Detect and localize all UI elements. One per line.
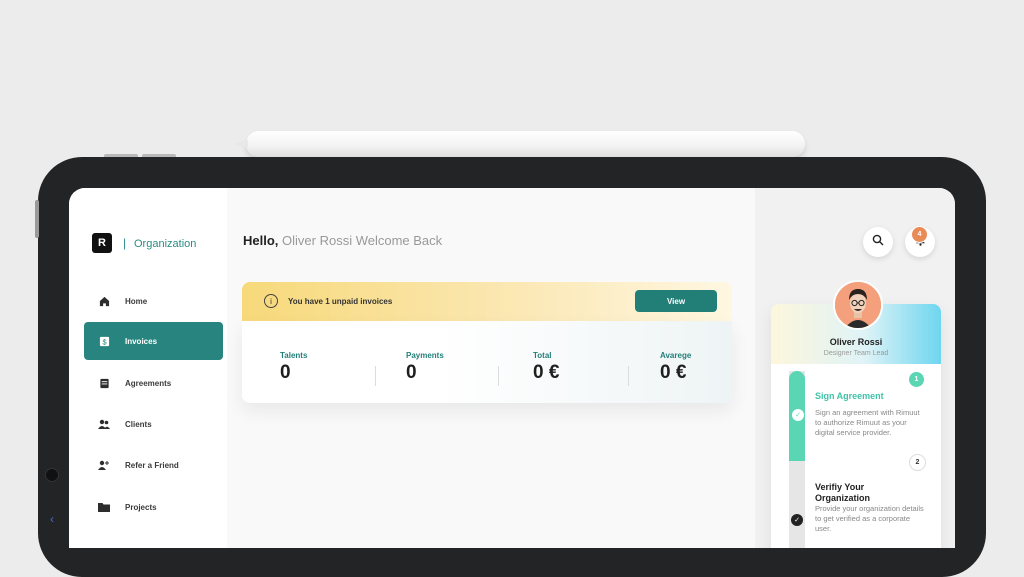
sidebar-item-home[interactable]: Home	[84, 282, 223, 320]
view-invoices-button[interactable]: View	[635, 290, 717, 312]
notification-badge: 4	[911, 226, 928, 243]
invoice-icon: $	[98, 335, 110, 347]
step-description: Sign an agreement with Rimuut to authori…	[815, 408, 920, 437]
divider	[628, 366, 629, 386]
info-icon: i	[264, 294, 278, 308]
camera	[45, 468, 59, 482]
search-icon	[872, 233, 884, 251]
stat-value: 0	[280, 362, 291, 383]
profile-name: Oliver Rossi	[829, 337, 883, 347]
chevron-left-icon: ‹	[50, 512, 54, 526]
profile-role: Designer Team Lead	[823, 350, 889, 357]
step-title[interactable]: Verifiy Your Organization	[815, 482, 915, 504]
sidebar-item-label: Agreements	[125, 378, 172, 388]
check-icon: ✓	[791, 408, 805, 422]
right-panel: 4 ✓ 1 Sign Agreement Sign an agreement w…	[755, 188, 955, 548]
clients-icon	[98, 418, 110, 430]
agreement-icon	[98, 377, 110, 389]
stylus-pencil	[232, 131, 805, 157]
sidebar: R | Organization Home $ Invoices Agreeme…	[69, 188, 227, 548]
welcome-greeting: Hello, Oliver Rossi Welcome Back	[243, 233, 443, 248]
sidebar-item-label: Home	[125, 296, 148, 306]
stats-card: Talents 0 Payments 0 Total 0 € Avarege 0…	[242, 321, 732, 403]
step-title[interactable]: Sign Agreement	[815, 391, 884, 401]
sidebar-item-label: Invoices	[125, 336, 158, 346]
side-button	[35, 200, 39, 238]
brand-name: Organization	[134, 238, 197, 250]
step-number: 1	[909, 372, 924, 387]
sidebar-item-label: Clients	[125, 419, 152, 429]
folder-icon	[98, 501, 110, 513]
brand-divider: |	[123, 236, 127, 250]
main-content: Hello, Oliver Rossi Welcome Back i You h…	[227, 188, 755, 548]
unpaid-invoices-alert: i You have 1 unpaid invoices View	[242, 282, 732, 322]
stat-label: Total	[533, 351, 552, 360]
sidebar-item-clients[interactable]: Clients	[84, 405, 223, 443]
sidebar-item-label: Refer a Friend	[125, 460, 179, 470]
stat-label: Avarege	[660, 351, 692, 360]
alert-message: You have 1 unpaid invoices	[288, 297, 393, 306]
svg-text:$: $	[102, 337, 106, 346]
step-description: Provide your organization details to get…	[815, 504, 924, 533]
sidebar-item-agreements[interactable]: Agreements	[84, 364, 223, 402]
brand-logo[interactable]: R	[92, 233, 112, 253]
sidebar-item-label: Projects	[125, 502, 157, 512]
sidebar-item-projects[interactable]: Projects	[84, 488, 223, 526]
stat-value: 0 €	[533, 362, 560, 383]
app-screen: R | Organization Home $ Invoices Agreeme…	[69, 188, 955, 548]
home-icon	[98, 295, 110, 307]
step-number: 2	[909, 454, 926, 471]
search-button[interactable]	[863, 227, 893, 257]
stat-payments: Payments 0	[406, 351, 444, 384]
stat-value: 0 €	[660, 362, 687, 383]
stat-total: Total 0 €	[533, 351, 559, 384]
stat-label: Payments	[406, 351, 444, 360]
refer-icon	[98, 459, 110, 471]
sidebar-item-invoices[interactable]: $ Invoices	[84, 322, 223, 360]
stat-talents: Talents 0	[280, 351, 307, 384]
divider	[498, 366, 499, 386]
check-icon: ✓	[791, 514, 803, 526]
stat-value: 0	[406, 362, 417, 383]
sidebar-item-refer-a-friend[interactable]: Refer a Friend	[84, 446, 223, 484]
divider	[375, 366, 376, 386]
stat-average: Avarege 0 €	[660, 351, 691, 384]
stat-label: Talents	[280, 351, 308, 360]
avatar[interactable]	[833, 280, 883, 330]
